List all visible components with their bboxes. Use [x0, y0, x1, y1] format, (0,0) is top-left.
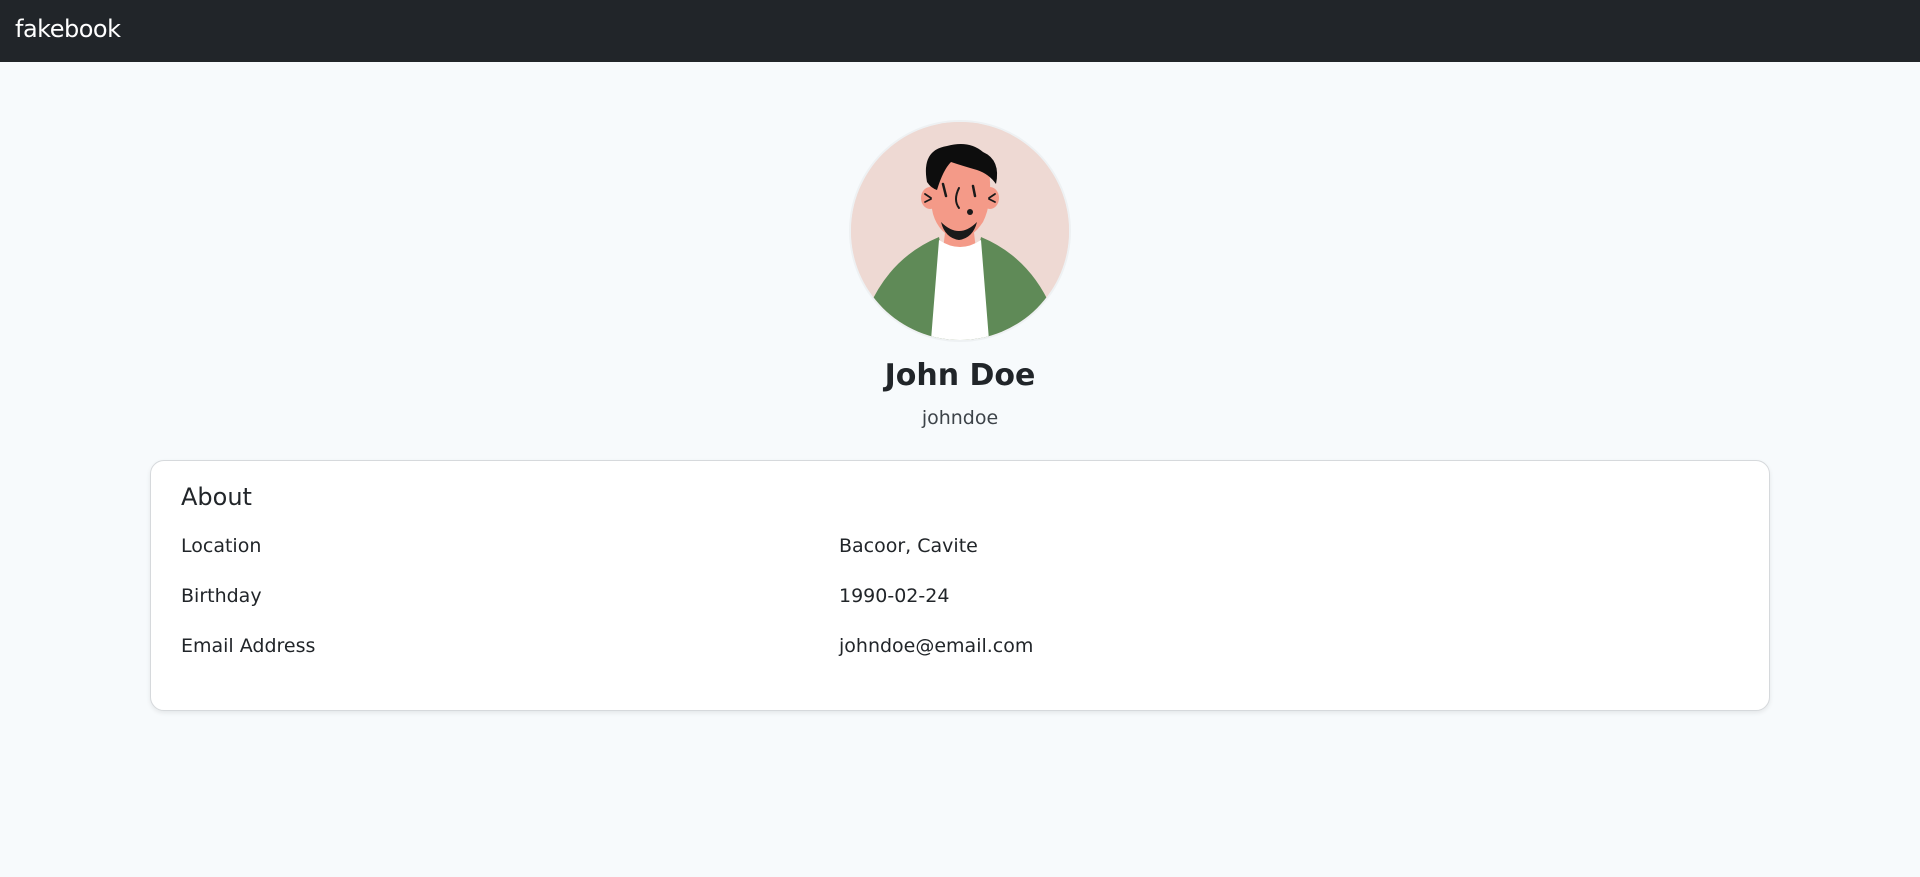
email-label: Email Address [181, 635, 316, 657]
location-value: Bacoor, Cavite [839, 535, 978, 557]
about-row-email: Email Address johndoe@email.com [181, 631, 1741, 661]
about-row-location: Location Bacoor, Cavite [181, 531, 1741, 561]
email-value: johndoe@email.com [839, 635, 1034, 657]
profile-username: johndoe [921, 407, 999, 429]
about-card: About Location Bacoor, Cavite Birthday 1… [150, 460, 1770, 711]
brand-logo[interactable]: fakebook [15, 14, 121, 44]
profile-name: John Doe [884, 358, 1036, 393]
location-label: Location [181, 535, 262, 557]
about-title: About [181, 483, 252, 511]
birthday-value: 1990-02-24 [839, 585, 950, 607]
avatar [851, 122, 1069, 340]
avatar-illustration [851, 122, 1069, 340]
birthday-label: Birthday [181, 585, 262, 607]
about-row-birthday: Birthday 1990-02-24 [181, 581, 1741, 611]
navbar: fakebook [0, 0, 1920, 62]
